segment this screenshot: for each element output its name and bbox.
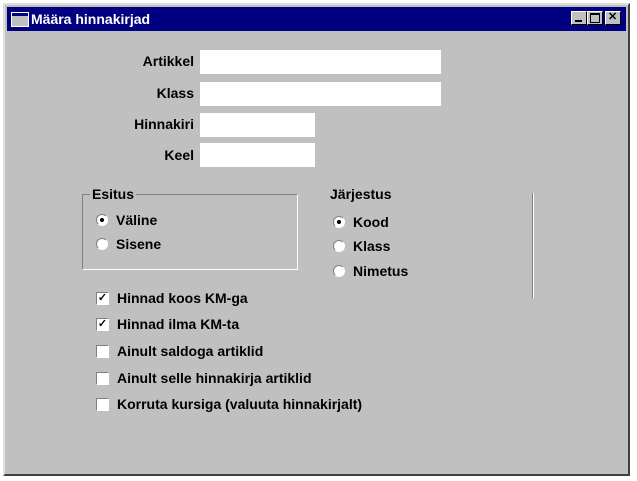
window-menu-icon[interactable] [11,12,29,27]
radio-sisene-label: Sisene [116,236,162,252]
radio-valine-label: Väline [116,212,158,228]
check-korruta-kursiga[interactable]: Korruta kursiga (valuuta hinnakirjalt) [96,396,362,412]
check-ainult-saldoga[interactable]: Ainult saldoga artiklid [96,343,263,359]
check-ainult-saldoga-box[interactable] [96,344,109,358]
radio-klass-label: Klass [353,238,391,254]
radio-nimetus-label: Nimetus [353,263,409,279]
group-divider [532,193,534,298]
esitus-title: Esitus [90,186,137,202]
klass-field[interactable] [200,82,441,106]
check-ainult-selle-hinnakirja-label: Ainult selle hinnakirja artiklid [117,370,312,386]
radio-nimetus-button[interactable] [333,265,345,277]
radio-klass[interactable]: Klass [333,238,390,254]
keel-label: Keel [164,147,194,163]
keel-field[interactable] [200,143,315,167]
radio-kood[interactable]: Kood [333,214,389,230]
check-hinnad-ilma-km-label: Hinnad ilma KM-ta [117,316,240,332]
hinnakiri-label: Hinnakiri [134,116,194,132]
jarjestus-title: Järjestus [328,186,394,202]
check-korruta-kursiga-label: Korruta kursiga (valuuta hinnakirjalt) [117,396,363,412]
radio-valine-button[interactable] [96,214,108,226]
close-button[interactable] [605,10,621,25]
maximize-button[interactable] [587,11,603,25]
radio-kood-label: Kood [353,214,389,230]
radio-klass-button[interactable] [333,240,345,252]
esitus-groupbox [82,194,298,270]
title-bar[interactable]: Määra hinnakirjad [7,7,626,31]
check-ainult-selle-hinnakirja[interactable]: Ainult selle hinnakirja artiklid [96,370,312,386]
hinnakiri-field[interactable] [200,113,315,137]
minimize-button[interactable] [571,11,587,25]
radio-nimetus[interactable]: Nimetus [333,263,408,279]
check-ainult-saldoga-label: Ainult saldoga artiklid [117,343,264,359]
check-hinnad-ilma-km[interactable]: ✓ Hinnad ilma KM-ta [96,316,239,332]
window-title: Määra hinnakirjad [31,11,151,27]
check-hinnad-ilma-km-box[interactable]: ✓ [96,317,109,331]
check-hinnad-koos-km-box[interactable]: ✓ [96,291,109,305]
radio-valine[interactable]: Väline [96,212,157,228]
check-hinnad-koos-km-label: Hinnad koos KM-ga [117,290,248,306]
check-ainult-selle-hinnakirja-box[interactable] [96,371,109,385]
radio-sisene-button[interactable] [96,238,108,250]
artikkel-field[interactable] [200,50,441,74]
artikkel-label: Artikkel [142,53,194,69]
check-korruta-kursiga-box[interactable] [96,397,109,411]
check-hinnad-koos-km[interactable]: ✓ Hinnad koos KM-ga [96,290,248,306]
radio-sisene[interactable]: Sisene [96,236,161,252]
radio-kood-button[interactable] [333,216,345,228]
klass-label: Klass [156,85,194,101]
